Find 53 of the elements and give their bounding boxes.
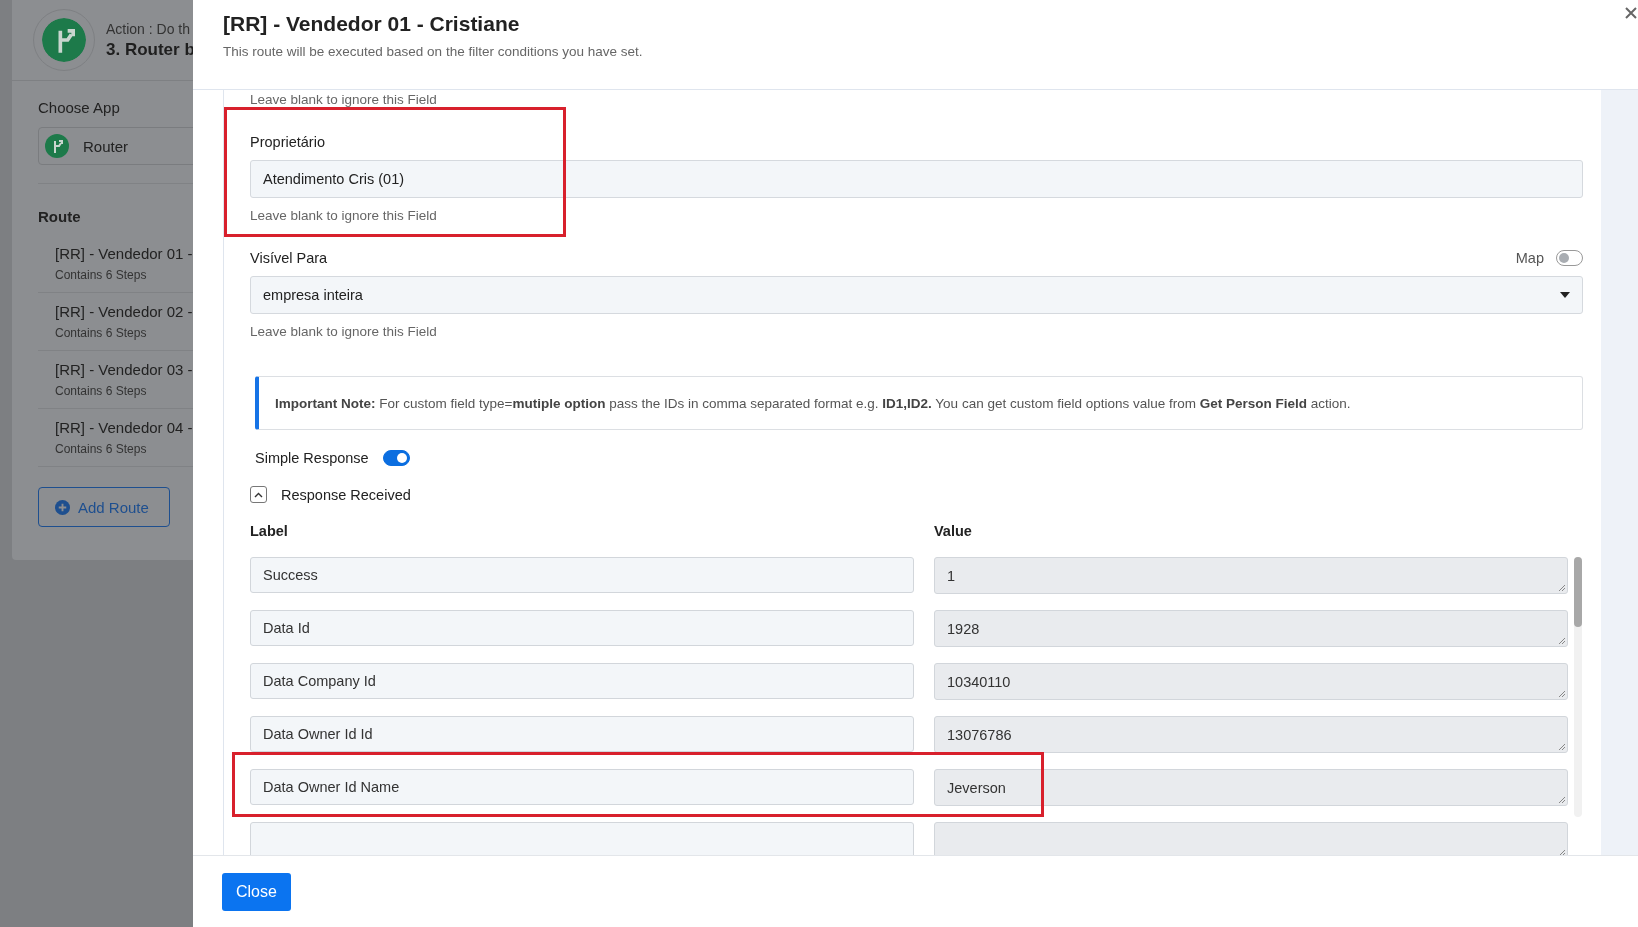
collapse-button[interactable] xyxy=(250,486,267,503)
route-title[interactable]: [RR] - Vendedor 04 - xyxy=(55,419,193,436)
value-field[interactable]: 1928 xyxy=(934,610,1568,647)
simple-response-toggle[interactable] xyxy=(382,450,410,466)
action-label: Action : Do th xyxy=(106,21,191,37)
resize-grip-icon xyxy=(1558,743,1566,751)
map-label: Map xyxy=(1515,250,1544,266)
important-note: Important Note: For custom field type=mutiple option pass the IDs in comma separated format e.g. ID1,ID2. You can get custom field options value from Get Person Field action. xyxy=(255,376,1583,430)
resize-grip-icon xyxy=(1558,584,1566,592)
route-steps: Contains 6 Steps xyxy=(55,384,147,398)
value-field[interactable]: Jeverson xyxy=(934,769,1568,806)
caret-icon xyxy=(1560,292,1570,298)
route-steps: Contains 6 Steps xyxy=(55,442,147,456)
route-steps: Contains 6 Steps xyxy=(55,268,147,282)
column-header: Label xyxy=(250,523,288,539)
close-button[interactable]: Close xyxy=(222,872,291,911)
input-field[interactable]: Atendimento Cris (01) xyxy=(250,160,1583,198)
plus-icon xyxy=(55,499,70,515)
dialog-title: [RR] - Vendedor 01 - Cristiane xyxy=(223,12,520,36)
value-field[interactable]: 10340110 xyxy=(934,663,1568,700)
column-header: Value xyxy=(934,523,972,539)
dialog-subtitle: This route will be executed based on the filter conditions you have set. xyxy=(223,44,644,59)
label-field[interactable]: Data Company Id xyxy=(250,663,914,699)
value-field[interactable] xyxy=(934,822,1568,855)
field-hint: Leave blank to ignore this Field xyxy=(250,324,437,339)
label-field[interactable]: Data Owner Id Name xyxy=(250,769,914,805)
scrollbar[interactable] xyxy=(1574,557,1582,817)
select-field[interactable]: empresa inteira xyxy=(250,276,1583,314)
field-label: Visível Para xyxy=(250,250,328,266)
resize-grip-icon xyxy=(1558,690,1566,698)
router-icon xyxy=(45,134,69,158)
value-field[interactable]: 13076786 xyxy=(934,716,1568,753)
label-field[interactable]: Success xyxy=(250,557,914,593)
section-title: Response Received xyxy=(281,486,411,503)
resize-grip-icon xyxy=(1558,637,1566,645)
value-field[interactable]: 1 xyxy=(934,557,1568,594)
label-field[interactable]: Data Owner Id Id xyxy=(250,716,914,752)
map-toggle[interactable] xyxy=(1556,250,1583,266)
label-field[interactable] xyxy=(250,822,914,855)
chevron-icon xyxy=(254,491,263,498)
route-title[interactable]: [RR] - Vendedor 01 - xyxy=(55,245,193,262)
route-title[interactable]: [RR] - Vendedor 02 - xyxy=(55,303,193,320)
field-hint: Leave blank to ignore this Field xyxy=(250,208,437,223)
route-title[interactable]: [RR] - Vendedor 03 - xyxy=(55,361,193,378)
label-field[interactable]: Data Id xyxy=(250,610,914,646)
resize-grip-icon xyxy=(1558,796,1566,804)
close-icon[interactable] xyxy=(1624,6,1638,20)
field-hint: Leave blank to ignore this Field xyxy=(250,92,437,107)
route-heading: Route xyxy=(38,208,81,225)
router-icon xyxy=(34,10,94,70)
route-steps: Contains 6 Steps xyxy=(55,326,147,340)
simple-response-label: Simple Response xyxy=(255,450,369,466)
choose-app-label: Choose App xyxy=(38,99,120,116)
